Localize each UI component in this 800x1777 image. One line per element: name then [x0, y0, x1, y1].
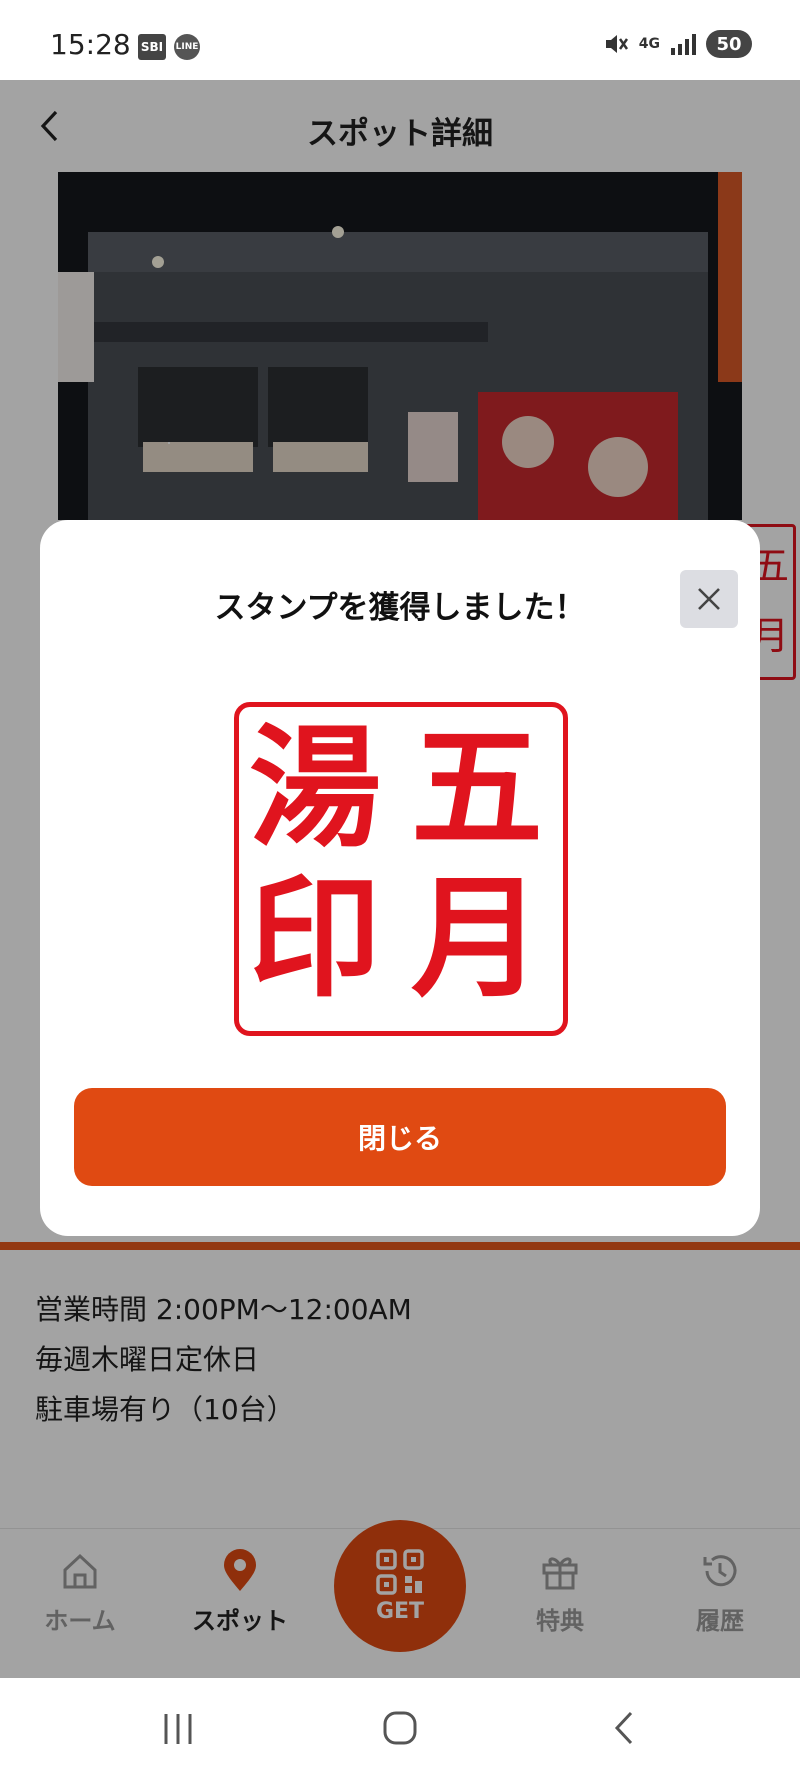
status-bar: 15:28 SBI LINE 4G 50	[0, 0, 800, 80]
dialog-close-button[interactable]: 閉じる	[74, 1088, 726, 1186]
system-navigation-bar	[0, 1678, 800, 1777]
close-icon	[698, 588, 720, 610]
stamp-char: 印	[249, 861, 381, 1016]
status-indicators: 4G 50	[603, 30, 752, 58]
stamp-char: 月	[411, 861, 543, 1016]
dialog-title: スタンプを獲得しました！	[214, 590, 586, 626]
stamp-char: 湯	[249, 711, 381, 866]
stamp-acquired-dialog: スタンプを獲得しました！ 五 月 湯 印 閉じる	[40, 520, 760, 1236]
recent-apps-icon[interactable]	[160, 1712, 196, 1746]
stamp-char: 五	[411, 711, 543, 866]
stamp-image: 五 月 湯 印	[234, 702, 568, 1036]
system-back-icon[interactable]	[612, 1710, 636, 1746]
battery-indicator: 50	[706, 30, 752, 58]
status-time: 15:28	[50, 28, 131, 61]
close-button[interactable]	[680, 570, 738, 628]
mute-icon	[605, 35, 628, 53]
line-app-icon: LINE	[174, 34, 200, 60]
sbi-app-icon: SBI	[138, 34, 166, 60]
signal-icon	[671, 34, 696, 55]
network-type: 4G	[638, 36, 660, 52]
home-button-icon[interactable]	[382, 1710, 418, 1746]
